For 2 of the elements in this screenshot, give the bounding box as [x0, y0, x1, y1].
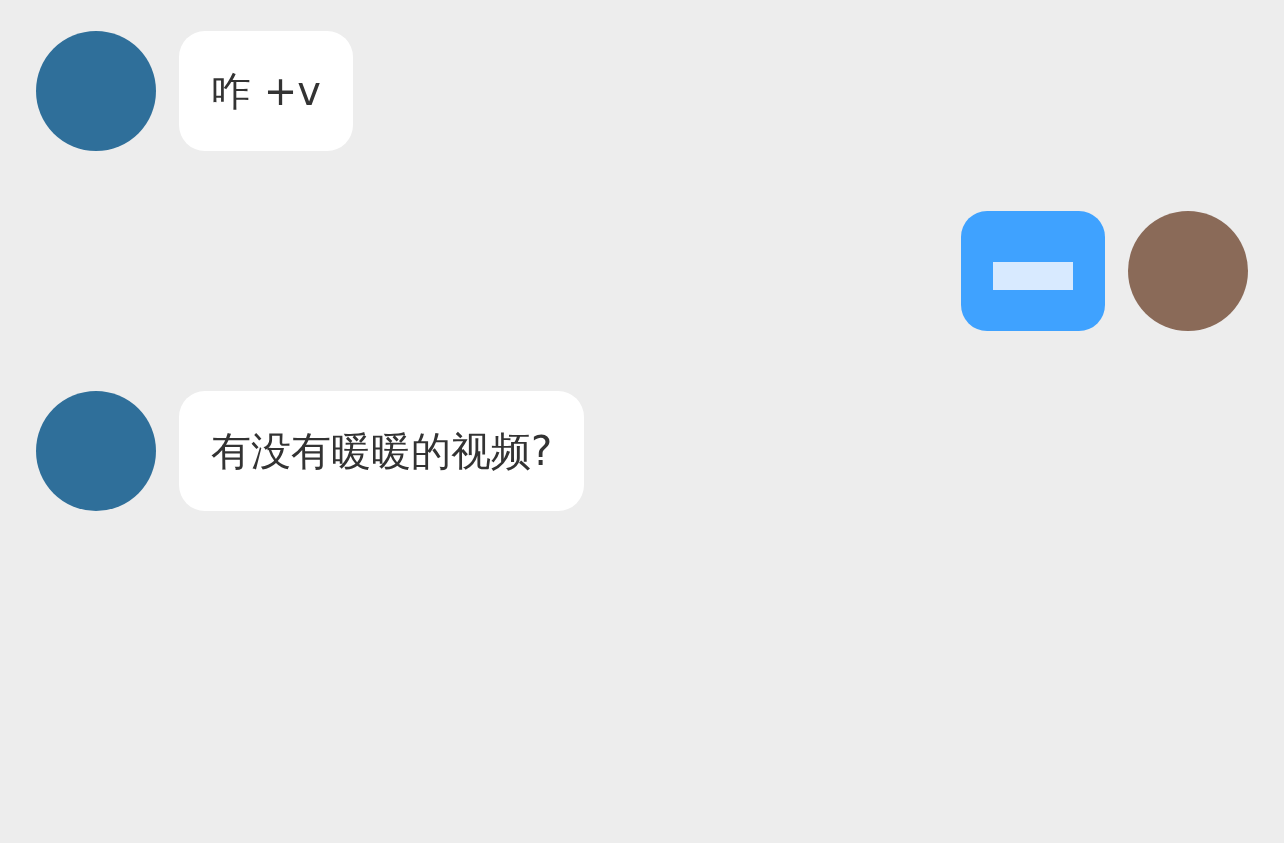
- message-text: 有没有暖暖的视频?: [211, 427, 553, 475]
- message-text: 咋 +v: [211, 67, 321, 115]
